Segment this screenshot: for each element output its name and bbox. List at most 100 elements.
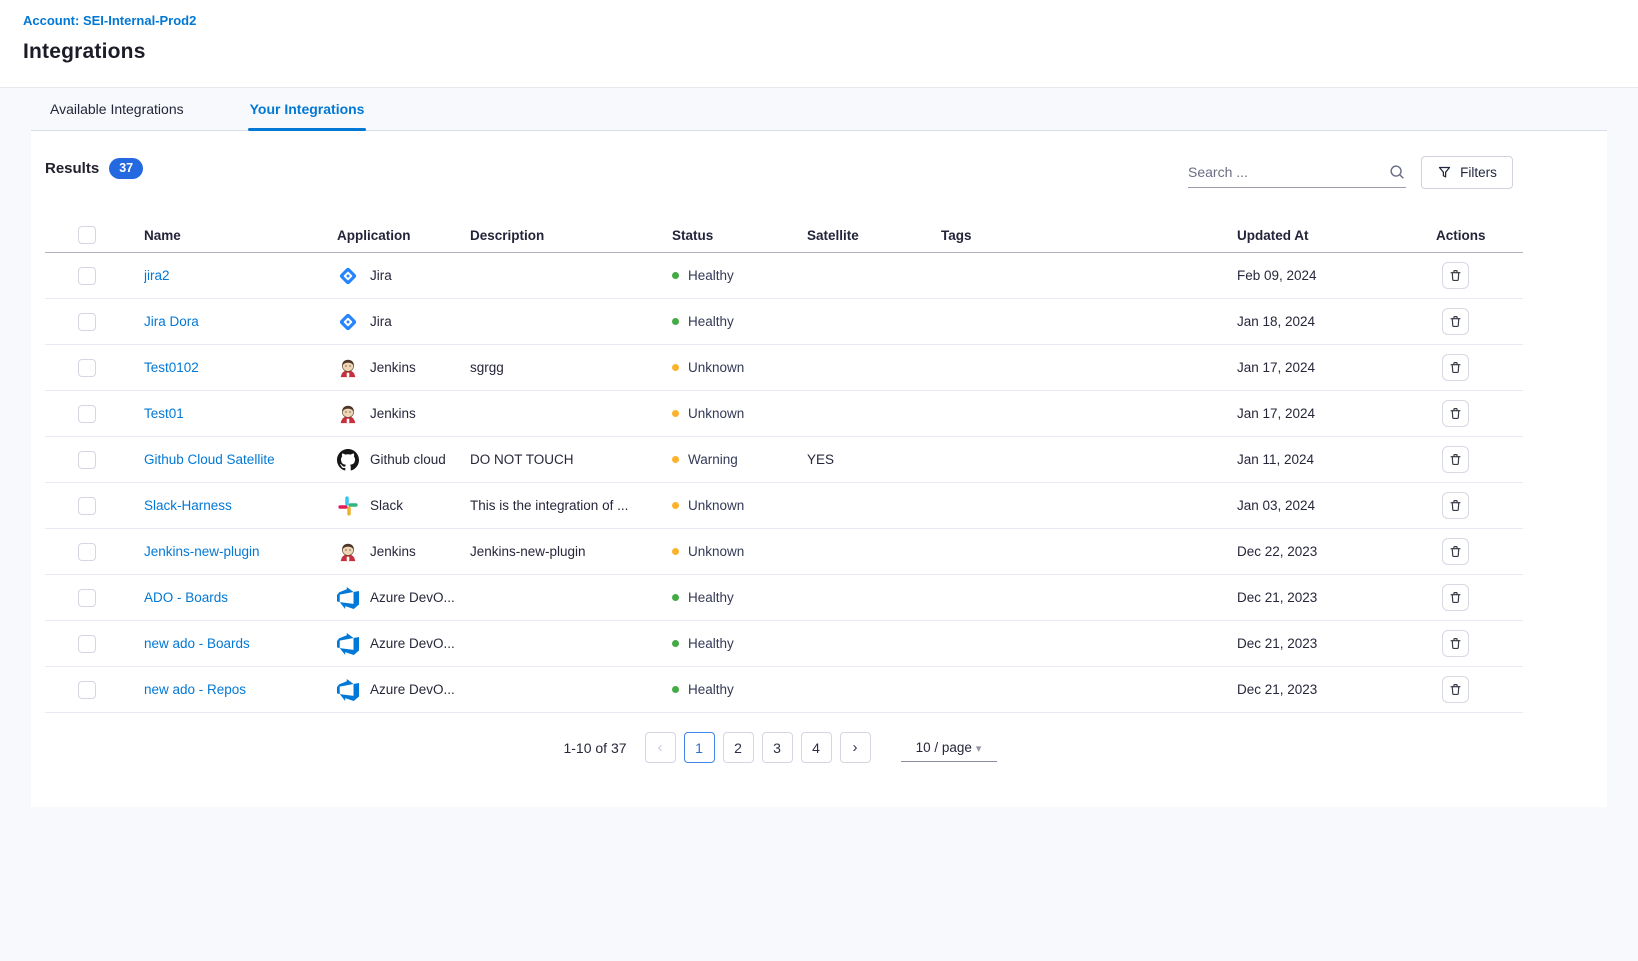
status-badge: Unknown	[672, 544, 807, 559]
column-header-tags: Tags	[941, 228, 1237, 243]
trash-icon	[1448, 682, 1463, 697]
updated-at-value: Jan 11, 2024	[1237, 452, 1436, 467]
chevron-left-icon: ‹	[658, 739, 663, 756]
page-title: Integrations	[23, 40, 146, 64]
application-label: Jenkins	[370, 406, 416, 421]
delete-integration-button[interactable]	[1442, 400, 1469, 427]
status-badge: Unknown	[672, 360, 807, 375]
delete-integration-button[interactable]	[1442, 584, 1469, 611]
row-checkbox[interactable]	[78, 451, 96, 469]
integration-name-link[interactable]: Test0102	[144, 360, 199, 375]
status-label: Healthy	[688, 590, 734, 605]
delete-integration-button[interactable]	[1442, 538, 1469, 565]
row-checkbox[interactable]	[78, 267, 96, 285]
description-text: sgrgg	[470, 360, 672, 375]
updated-at-value: Dec 21, 2023	[1237, 636, 1436, 651]
azuredevops-icon	[337, 679, 359, 701]
azuredevops-icon	[337, 587, 359, 609]
pagination-prev-button[interactable]: ‹	[645, 732, 676, 763]
table-row: Github Cloud Satellite Github cloud DO NOT…	[45, 437, 1523, 483]
table-row: Slack-HarnessSlackThis is the integratio…	[45, 483, 1523, 529]
row-checkbox[interactable]	[78, 313, 96, 331]
pagination-range-text: 1-10 of 37	[563, 740, 626, 756]
status-badge: Healthy	[672, 314, 807, 329]
table-row: Jenkins-new-pluginJenkinsJenkins-new-plu…	[45, 529, 1523, 575]
column-header-satellite: Satellite	[807, 228, 941, 243]
application-label: Azure DevO...	[370, 590, 455, 605]
integration-name-link[interactable]: ADO - Boards	[144, 590, 228, 605]
row-checkbox[interactable]	[78, 359, 96, 377]
integration-name-link[interactable]: Jira Dora	[144, 314, 199, 329]
table-row: new ado - ReposAzure DevO...HealthyDec 2…	[45, 667, 1523, 713]
row-checkbox[interactable]	[78, 681, 96, 699]
results-label: Results	[45, 160, 99, 177]
pagination-page-button-1[interactable]: 1	[684, 732, 715, 763]
status-badge: Healthy	[672, 268, 807, 283]
status-dot-icon	[672, 272, 679, 279]
integration-name-link[interactable]: jira2	[144, 268, 170, 283]
account-breadcrumb-link[interactable]: Account: SEI-Internal-Prod2	[23, 13, 196, 28]
integration-name-link[interactable]: new ado - Boards	[144, 636, 250, 651]
pagination-next-button[interactable]: ›	[840, 732, 871, 763]
status-label: Healthy	[688, 682, 734, 697]
integration-name-link[interactable]: Test01	[144, 406, 184, 421]
status-badge: Healthy	[672, 682, 807, 697]
delete-integration-button[interactable]	[1442, 492, 1469, 519]
column-header-application: Application	[337, 228, 470, 243]
filter-funnel-icon	[1437, 165, 1452, 180]
table-row: Jira DoraJiraHealthyJan 18, 2024	[45, 299, 1523, 345]
pagination-page-button-3[interactable]: 3	[762, 732, 793, 763]
application-label: Jira	[370, 268, 392, 283]
status-label: Unknown	[688, 498, 744, 513]
description-text: DO NOT TOUCH	[470, 452, 672, 467]
delete-integration-button[interactable]	[1442, 630, 1469, 657]
column-header-updated-at: Updated At	[1237, 228, 1436, 243]
tab-available-integrations[interactable]: Available Integrations	[48, 88, 186, 130]
row-checkbox[interactable]	[78, 589, 96, 607]
pagination-page-button-2[interactable]: 2	[723, 732, 754, 763]
results-count-badge: 37	[109, 158, 143, 179]
application-label: Github cloud	[370, 452, 446, 467]
results-summary: Results 37	[45, 158, 143, 179]
integration-name-link[interactable]: Github Cloud Satellite	[144, 452, 275, 467]
tab-your-integrations[interactable]: Your Integrations	[248, 88, 367, 130]
row-checkbox[interactable]	[78, 405, 96, 423]
updated-at-value: Jan 17, 2024	[1237, 406, 1436, 421]
status-label: Unknown	[688, 544, 744, 559]
row-checkbox[interactable]	[78, 635, 96, 653]
status-label: Unknown	[688, 406, 744, 421]
status-dot-icon	[672, 456, 679, 463]
delete-integration-button[interactable]	[1442, 308, 1469, 335]
trash-icon	[1448, 314, 1463, 329]
select-all-checkbox[interactable]	[78, 226, 96, 244]
status-badge: Healthy	[672, 636, 807, 651]
page-size-label: 10 / page	[916, 740, 972, 755]
search-icon	[1388, 163, 1406, 181]
page-size-select[interactable]: 10 / page ▾	[901, 733, 997, 762]
application-label: Slack	[370, 498, 403, 513]
status-label: Healthy	[688, 314, 734, 329]
delete-integration-button[interactable]	[1442, 354, 1469, 381]
delete-integration-button[interactable]	[1442, 676, 1469, 703]
status-dot-icon	[672, 594, 679, 601]
search-box	[1188, 156, 1406, 188]
updated-at-value: Jan 18, 2024	[1237, 314, 1436, 329]
status-dot-icon	[672, 364, 679, 371]
search-input[interactable]	[1188, 164, 1388, 180]
row-checkbox[interactable]	[78, 497, 96, 515]
filters-button[interactable]: Filters	[1421, 156, 1513, 189]
delete-integration-button[interactable]	[1442, 262, 1469, 289]
pagination-page-button-4[interactable]: 4	[801, 732, 832, 763]
integration-name-link[interactable]: Slack-Harness	[144, 498, 232, 513]
chevron-right-icon: ›	[853, 739, 858, 756]
integration-name-link[interactable]: new ado - Repos	[144, 682, 246, 697]
status-label: Healthy	[688, 636, 734, 651]
description-text: Jenkins-new-plugin	[470, 544, 672, 559]
row-checkbox[interactable]	[78, 543, 96, 561]
integration-name-link[interactable]: Jenkins-new-plugin	[144, 544, 260, 559]
trash-icon	[1448, 544, 1463, 559]
status-dot-icon	[672, 640, 679, 647]
delete-integration-button[interactable]	[1442, 446, 1469, 473]
trash-icon	[1448, 636, 1463, 651]
status-label: Warning	[688, 452, 738, 467]
